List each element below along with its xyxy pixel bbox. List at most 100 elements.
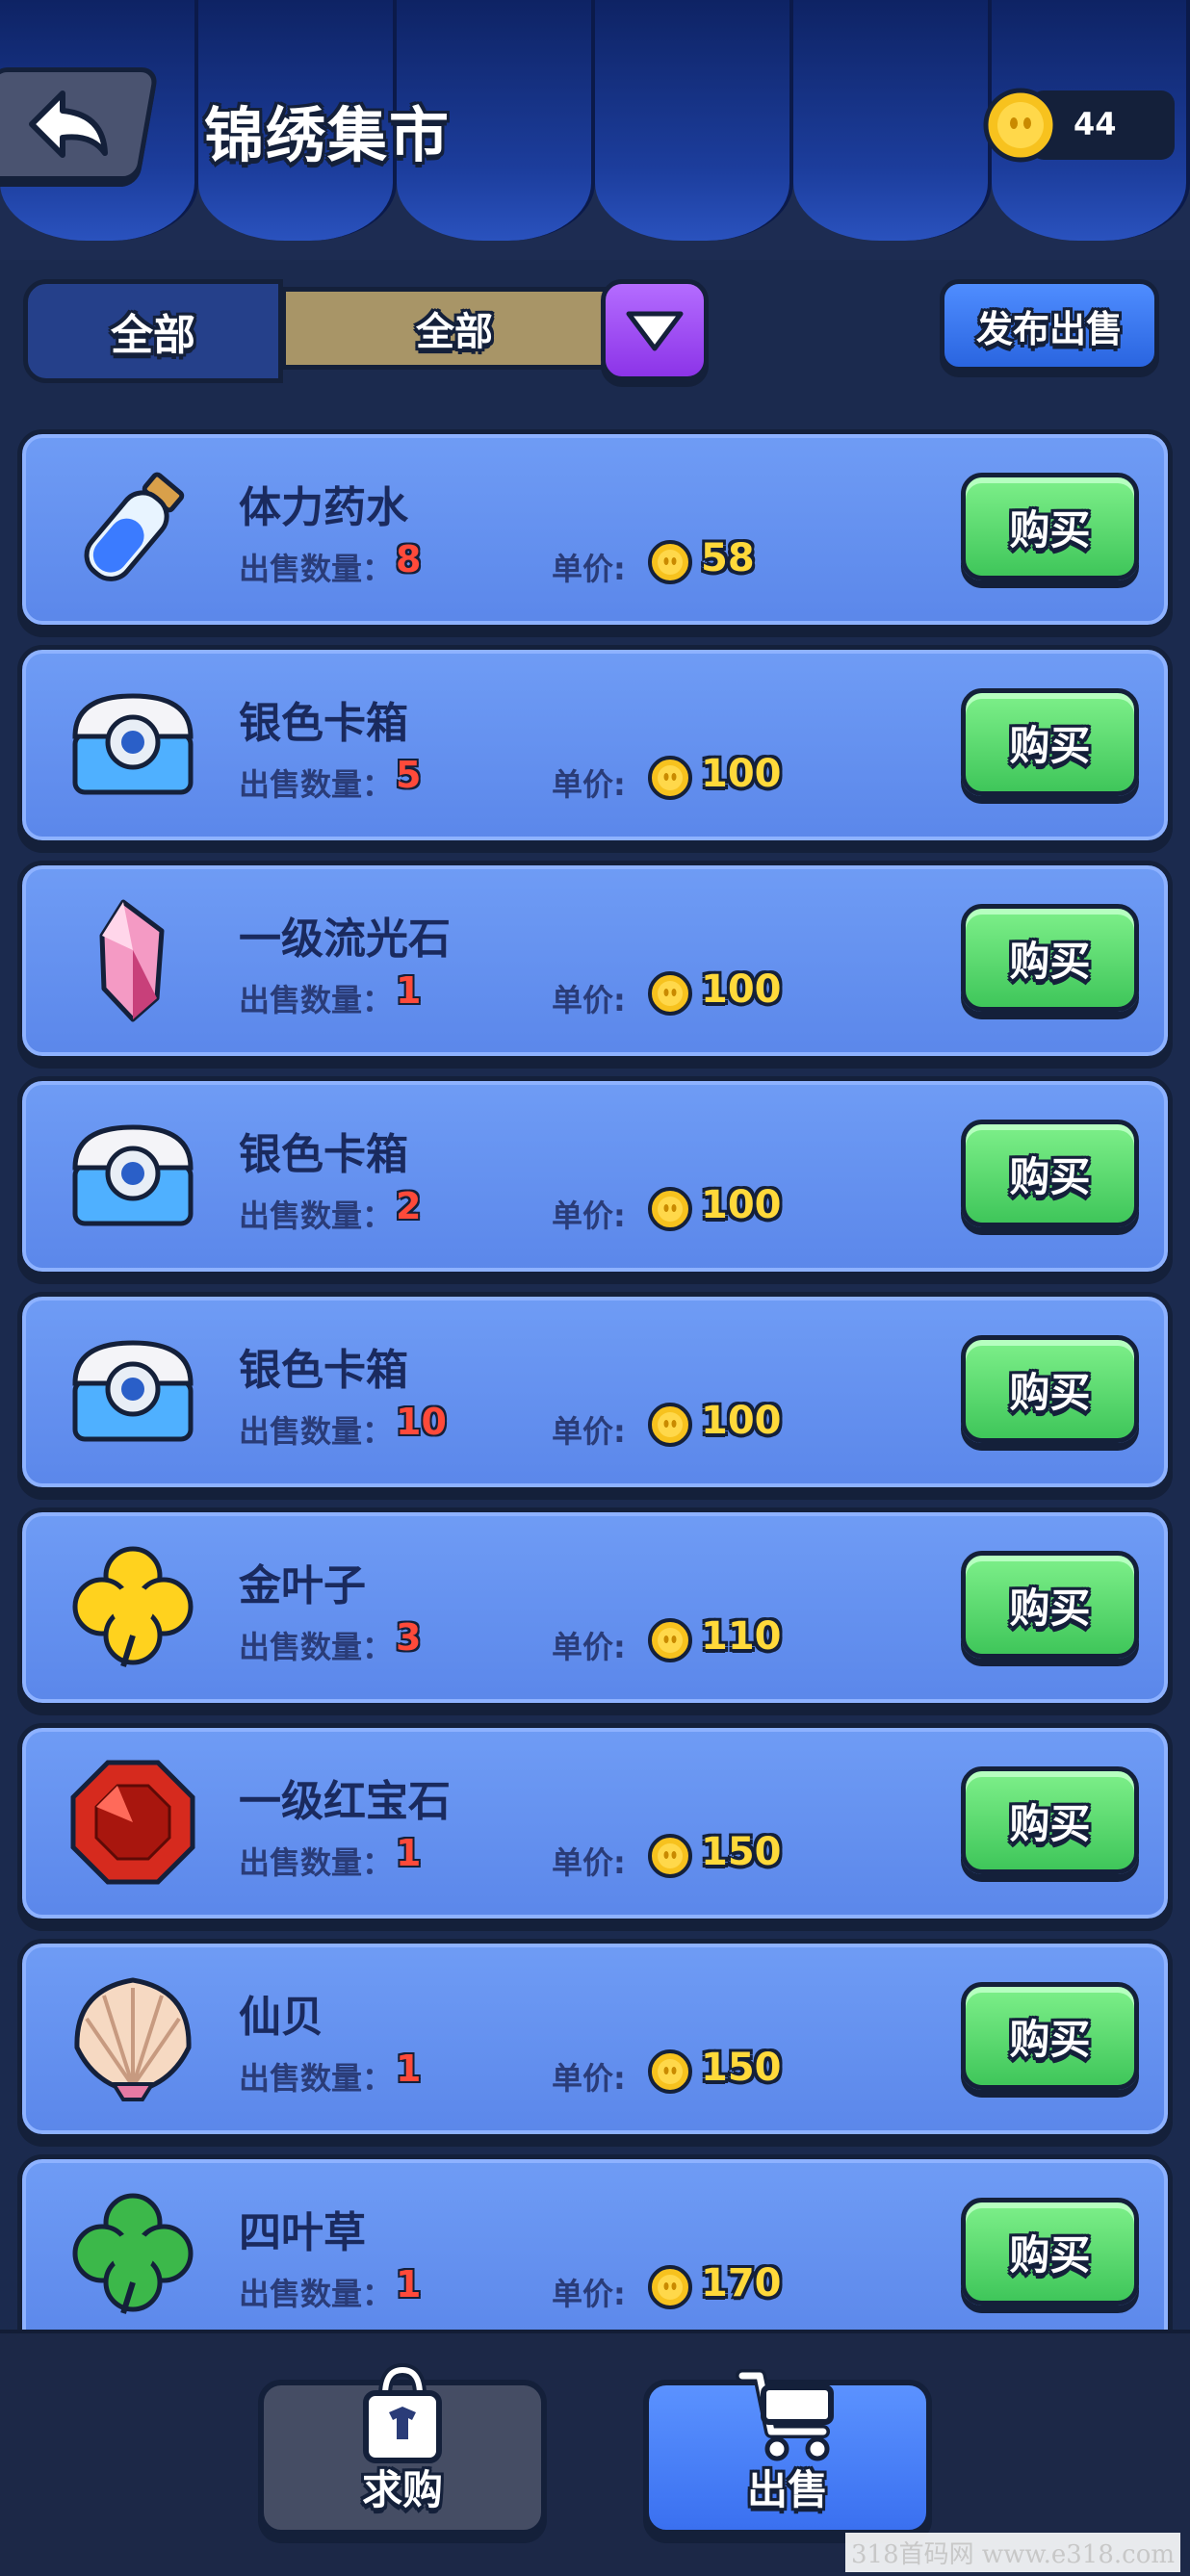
qty-value: 1 <box>396 969 422 1012</box>
qty-label: 出售数量： <box>239 766 394 803</box>
list-item: 银色卡箱 出售数量： 10 单价: 100 购买 <box>17 1292 1173 1492</box>
filter-bar: 全部 全部 <box>23 279 709 385</box>
price-value: 100 <box>701 1399 782 1443</box>
coin-icon <box>648 1834 692 1878</box>
tab-buy-request[interactable]: 求购 <box>258 2362 547 2536</box>
list-item: 银色卡箱 出售数量： 5 单价: 100 购买 <box>17 645 1173 845</box>
coin-icon <box>648 1187 692 1231</box>
price-label: 单价: <box>552 1844 626 1881</box>
tab-sell[interactable]: 出售 <box>643 2369 932 2536</box>
price-label: 单价: <box>552 1198 626 1234</box>
price-value: 100 <box>701 1183 782 1227</box>
dropdown-button[interactable] <box>601 279 709 381</box>
back-button[interactable] <box>0 67 160 181</box>
qty-label: 出售数量： <box>239 2060 394 2097</box>
header: 锦绣集市 44 <box>0 0 1190 260</box>
item-name: 体力药水 <box>239 483 408 532</box>
qty-value: 10 <box>396 1401 447 1443</box>
qty-label: 出售数量： <box>239 1413 394 1450</box>
list-item: 银色卡箱 出售数量： 2 单价: 100 购买 <box>17 1076 1173 1276</box>
item-name: 四叶草 <box>239 2208 366 2257</box>
shopping-cart-icon <box>736 2369 834 2461</box>
qty-value: 3 <box>396 1616 422 1659</box>
buy-button[interactable]: 购买 <box>961 1335 1139 1443</box>
buy-button[interactable]: 购买 <box>961 688 1139 796</box>
price-label: 单价: <box>552 1629 626 1665</box>
item-name: 银色卡箱 <box>239 1346 408 1395</box>
price-label: 单价: <box>552 2276 626 2312</box>
coin-icon <box>648 1403 692 1447</box>
qty-label: 出售数量： <box>239 1844 394 1881</box>
buy-button[interactable]: 购买 <box>961 904 1139 1012</box>
back-arrow-icon <box>29 90 108 158</box>
price-label: 单价: <box>552 766 626 803</box>
price-label: 单价: <box>552 551 626 587</box>
potion-icon <box>84 472 185 581</box>
buy-button[interactable]: 购买 <box>961 1766 1139 1874</box>
qty-value: 1 <box>396 2048 422 2090</box>
shell-icon <box>74 1977 192 2101</box>
buy-button[interactable]: 购买 <box>961 1551 1139 1659</box>
silver-chest-icon <box>72 1340 194 1442</box>
list-item: 体力药水 出售数量： 8 单价: 58 购买 <box>17 429 1173 630</box>
qty-label: 出售数量： <box>239 551 394 587</box>
item-name: 仙贝 <box>239 1993 323 2042</box>
buy-button[interactable]: 购买 <box>961 1120 1139 1227</box>
qty-label: 出售数量： <box>239 1629 394 1665</box>
price-value: 58 <box>701 536 755 580</box>
item-name: 一级流光石 <box>239 914 451 964</box>
price-label: 单价: <box>552 982 626 1018</box>
item-name: 银色卡箱 <box>239 699 408 748</box>
page-title: 锦绣集市 <box>204 100 452 170</box>
chevron-down-icon <box>626 311 684 351</box>
shopping-bag-icon <box>363 2362 442 2463</box>
coin-count: 44 <box>1074 106 1117 142</box>
coin-icon <box>648 971 692 1016</box>
qty-value: 1 <box>396 2263 422 2306</box>
silver-chest-icon <box>72 693 194 795</box>
coin-icon <box>648 2049 692 2094</box>
watermark: 318首码网 www.e318.com <box>845 2533 1180 2572</box>
list-item: 四叶草 出售数量： 1 单价: 170 购买 <box>17 2154 1173 2330</box>
list-item: 仙贝 出售数量： 1 单价: 150 购买 <box>17 1939 1173 2139</box>
qty-label: 出售数量： <box>239 2276 394 2312</box>
clover-icon <box>72 2193 194 2314</box>
list-item: 一级红宝石 出售数量： 1 单价: 150 购买 <box>17 1723 1173 1923</box>
buy-button[interactable]: 购买 <box>961 2198 1139 2306</box>
market-list: 体力药水 出售数量： 8 单价: 58 购买 银色卡箱 出售数量： 5 单价: … <box>17 424 1173 2330</box>
buy-button[interactable]: 购买 <box>961 1982 1139 2090</box>
buy-button[interactable]: 购买 <box>961 473 1139 580</box>
category-filter[interactable]: 全部 <box>23 279 283 383</box>
qty-label: 出售数量： <box>239 982 394 1018</box>
coin-icon <box>648 1618 692 1662</box>
price-value: 100 <box>701 967 782 1012</box>
coin-icon <box>648 756 692 800</box>
post-sale-button[interactable]: 发布出售 <box>940 279 1159 372</box>
item-name: 一级红宝石 <box>239 1777 451 1826</box>
price-value: 170 <box>701 2261 782 2306</box>
qty-value: 2 <box>396 1185 422 1227</box>
coin-icon <box>648 540 692 584</box>
price-value: 100 <box>701 752 782 796</box>
coin-balance: 44 <box>982 87 1175 163</box>
qty-value: 5 <box>396 754 422 796</box>
subcategory-filter[interactable]: 全部 <box>281 287 628 370</box>
silver-chest-icon <box>72 1124 194 1226</box>
price-label: 单价: <box>552 1413 626 1450</box>
list-item: 金叶子 出售数量： 3 单价: 110 购买 <box>17 1507 1173 1708</box>
qty-value: 1 <box>396 1832 422 1874</box>
price-value: 110 <box>701 1614 782 1659</box>
qty-label: 出售数量： <box>239 1198 394 1234</box>
price-label: 单价: <box>552 2060 626 2097</box>
item-name: 银色卡箱 <box>239 1130 408 1179</box>
ruby-icon <box>70 1760 195 1885</box>
pink-crystal-icon <box>99 899 165 1022</box>
price-value: 150 <box>701 1830 782 1874</box>
price-value: 150 <box>701 2046 782 2090</box>
qty-value: 8 <box>396 538 422 580</box>
coin-icon <box>648 2265 692 2309</box>
coin-icon <box>983 88 1058 163</box>
gold-leaf-icon <box>72 1546 194 1667</box>
item-name: 金叶子 <box>239 1561 366 1610</box>
list-item: 一级流光石 出售数量： 1 单价: 100 购买 <box>17 861 1173 1061</box>
